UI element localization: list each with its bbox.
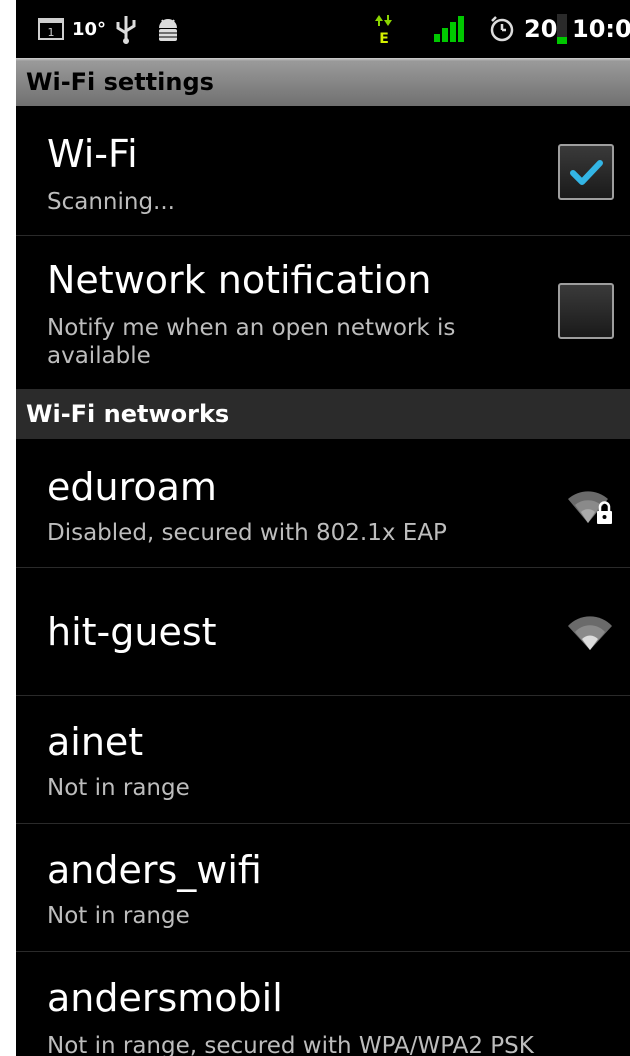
network-status: Not in range bbox=[47, 775, 190, 801]
network-status: Not in range bbox=[47, 903, 190, 929]
wifi-checkbox[interactable] bbox=[558, 144, 614, 200]
checkmark-icon bbox=[570, 160, 603, 185]
network-ssid: eduroam bbox=[47, 465, 217, 509]
network-item-ainet[interactable]: ainet Not in range bbox=[16, 696, 630, 824]
network-notification-description: Notify me when an open network is availa… bbox=[47, 315, 456, 369]
data-transfer-icon: E bbox=[373, 0, 395, 58]
signal-strength-icon bbox=[432, 0, 466, 58]
wifi-networks-header: Wi-Fi networks bbox=[16, 389, 630, 439]
wifi-toggle-row[interactable]: Wi-Fi Scanning... bbox=[16, 106, 630, 236]
network-item-eduroam[interactable]: eduroam Disabled, secured with 802.1x EA… bbox=[16, 439, 630, 568]
network-status: Disabled, secured with 802.1x EAP bbox=[47, 520, 447, 546]
android-debug-icon bbox=[154, 0, 182, 58]
clock: 10:07 bbox=[572, 15, 630, 43]
network-ssid: andersmobil bbox=[47, 976, 283, 1020]
wifi-icon bbox=[568, 616, 612, 650]
network-notification-checkbox[interactable] bbox=[558, 283, 614, 339]
notification-box-icon[interactable]: 1 bbox=[38, 0, 64, 58]
usb-icon bbox=[115, 0, 137, 58]
svg-text:1: 1 bbox=[48, 26, 55, 39]
wifi-settings-title: Wi-Fi settings bbox=[16, 58, 630, 106]
network-item-andersmobil[interactable]: andersmobil Not in range, secured with W… bbox=[16, 952, 630, 1056]
network-item-anders-wifi[interactable]: anders_wifi Not in range bbox=[16, 824, 630, 952]
network-type-label: E bbox=[379, 31, 389, 45]
alarm-icon bbox=[488, 0, 516, 58]
network-ssid: hit-guest bbox=[47, 610, 217, 654]
android-screen: 1 10° E 20 10:0 Wi-Fi settings Wi-Fi Sca… bbox=[16, 0, 630, 1056]
temperature-label: 10° bbox=[72, 18, 107, 40]
network-item-hit-guest[interactable]: hit-guest bbox=[16, 568, 630, 696]
network-ssid: anders_wifi bbox=[47, 848, 262, 892]
battery-icon bbox=[556, 0, 568, 58]
network-notification-row[interactable]: Network notification Notify me when an o… bbox=[16, 236, 630, 389]
network-status: Not in range, secured with WPA/WPA2 PSK bbox=[47, 1033, 534, 1056]
wifi-toggle-title: Wi-Fi bbox=[47, 132, 138, 176]
network-notification-title: Network notification bbox=[47, 258, 432, 302]
battery-level-label: 20 bbox=[524, 15, 558, 43]
wifi-locked-icon bbox=[568, 491, 612, 524]
status-bar: 1 10° E 20 10:0 bbox=[16, 0, 630, 58]
wifi-toggle-status: Scanning... bbox=[47, 189, 175, 215]
network-ssid: ainet bbox=[47, 720, 144, 764]
